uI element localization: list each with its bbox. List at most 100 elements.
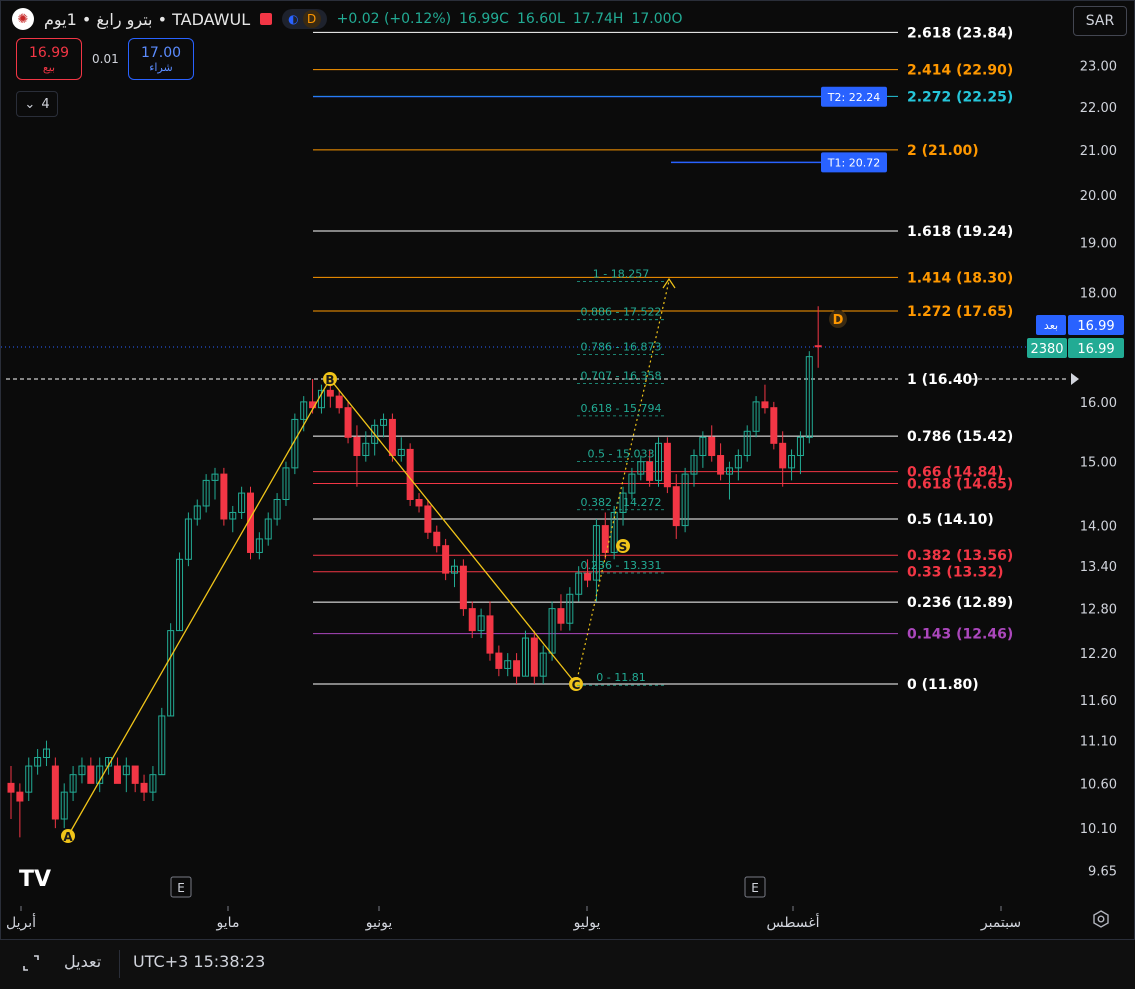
candle-body	[51, 765, 59, 820]
settings-icon[interactable]	[1092, 910, 1110, 928]
fib-label: 0.236 (12.89)	[907, 595, 1013, 611]
candle-body	[468, 608, 476, 632]
fib-label: 0.33 (13.32)	[907, 565, 1004, 581]
retrace-label: 0.618 - 15.794	[581, 402, 662, 415]
price-tick: 12.80	[1080, 603, 1117, 618]
low-value: 16.60L	[516, 11, 565, 27]
fib-label: 0.143 (12.46)	[907, 627, 1013, 643]
candle-body	[344, 407, 352, 438]
company-logo: ✺	[12, 8, 34, 30]
point-label: S	[619, 540, 628, 554]
time-label: سبتمبر	[980, 915, 1021, 931]
symbol-title[interactable]: بترو رابغ • 1يوم • TADAWUL	[44, 10, 250, 29]
retrace-label: 0.236 - 13.331	[581, 559, 662, 572]
price-tick: 19.00	[1080, 237, 1117, 252]
retrace-label: 0.5 - 15.033	[588, 448, 655, 461]
time-label: أغسطس	[766, 913, 819, 931]
fib-label: 2.414 (22.90)	[907, 63, 1013, 79]
d-badge-icon: D	[302, 10, 321, 28]
candle-body	[663, 442, 671, 488]
session-pill[interactable]: ◐ D	[282, 9, 327, 29]
time-label: مايو	[216, 915, 240, 931]
candle-body	[717, 455, 725, 475]
price-tick: 9.65	[1088, 864, 1117, 879]
candle-body	[442, 545, 450, 574]
price-tick: 11.60	[1080, 694, 1117, 709]
fib-label: 0.786 (15.42)	[907, 429, 1013, 445]
price-chart[interactable]: 2.618 (23.84) 2.414 (22.90) 2.272 (22.25) 2…	[1, 1, 1135, 941]
moon-icon: ◐	[288, 12, 299, 26]
fib-label: 1 (16.40)	[907, 372, 979, 388]
price-tick: 23.00	[1080, 60, 1117, 75]
candle-body	[672, 486, 680, 527]
sell-price: 16.99	[28, 44, 70, 61]
candle-body	[424, 505, 432, 533]
countdown-label: بعد	[1044, 319, 1058, 332]
target-label: T1: 20.72	[827, 156, 880, 169]
candle-body	[708, 436, 716, 457]
last-price-label: 16.99	[1077, 319, 1114, 334]
candle-body	[406, 448, 414, 500]
retrace-label: 0.886 - 17.522	[581, 306, 662, 319]
fib-label: 0.382 (13.56)	[907, 548, 1013, 564]
toolbar-divider	[119, 950, 120, 978]
earnings-label: E	[177, 881, 185, 895]
fib-label: 2.272 (22.25)	[907, 89, 1013, 105]
retrace-label: 0 - 11.81	[596, 671, 645, 684]
fib-label: 0.5 (14.10)	[907, 512, 994, 528]
price-tick: 10.10	[1080, 822, 1117, 837]
fib-label: 2 (21.00)	[907, 143, 979, 159]
close-value: 16.99C	[459, 11, 509, 27]
candle-body	[326, 389, 334, 397]
buy-label: شراء	[149, 60, 173, 74]
sell-label: بيع	[42, 60, 56, 74]
price-tick: 10.60	[1080, 777, 1117, 792]
indicators-collapse-button[interactable]: ⌄ 4	[16, 91, 58, 117]
candle-body	[246, 492, 254, 553]
candle-body	[486, 615, 494, 654]
target-label: T2: 22.24	[827, 91, 880, 104]
expand-icon[interactable]	[22, 954, 40, 972]
candle-body	[495, 652, 503, 669]
time-label: أبريل	[6, 913, 36, 931]
timezone-clock[interactable]: UTC+3 15:38:23	[133, 952, 265, 971]
candle-body	[16, 791, 24, 802]
close-price-label: 16.99	[1077, 342, 1114, 357]
play-icon	[1071, 373, 1079, 385]
time-label: يوليو	[573, 915, 601, 931]
currency-selector[interactable]: SAR	[1073, 6, 1127, 36]
candle-body	[646, 461, 654, 481]
edit-button[interactable]: تعديل	[64, 952, 101, 971]
flag-icon[interactable]	[260, 13, 273, 25]
candle-body	[353, 436, 361, 457]
high-value: 17.74H	[572, 11, 624, 27]
fib-label: 2.618 (23.84)	[907, 25, 1013, 41]
fib-label: 0 (11.80)	[907, 677, 979, 693]
candle-body	[459, 565, 467, 610]
price-tick: 20.00	[1080, 189, 1117, 204]
candle-body	[770, 407, 778, 444]
price-tick: 22.00	[1080, 101, 1117, 116]
candle-body	[513, 660, 521, 677]
candle-body	[530, 637, 538, 677]
candle-body	[220, 473, 228, 520]
volume-label: 2380	[1030, 342, 1063, 357]
buy-button[interactable]: 17.00 شراء	[128, 38, 194, 80]
price-tick: 12.20	[1080, 647, 1117, 662]
sell-button[interactable]: 16.99 بيع	[16, 38, 82, 80]
candle-body	[584, 572, 592, 581]
point-label: B	[325, 373, 334, 387]
chevron-down-icon: ⌄	[24, 96, 36, 112]
fib-label: 1.272 (17.65)	[907, 304, 1013, 320]
chart-pane[interactable]: 2.618 (23.84) 2.414 (22.90) 2.272 (22.25) 2…	[0, 0, 1135, 940]
indicator-count: 4	[41, 96, 50, 112]
price-tick: 18.00	[1080, 287, 1117, 302]
point-d-label: D	[833, 313, 844, 328]
candle-body	[113, 765, 121, 784]
candle-body	[557, 608, 565, 624]
retrace-label: 0.786 - 16.873	[581, 341, 662, 354]
price-tick: 15.00	[1080, 456, 1117, 471]
buy-price: 17.00	[140, 44, 182, 61]
point-label: A	[63, 830, 73, 844]
candle-body	[140, 782, 148, 793]
